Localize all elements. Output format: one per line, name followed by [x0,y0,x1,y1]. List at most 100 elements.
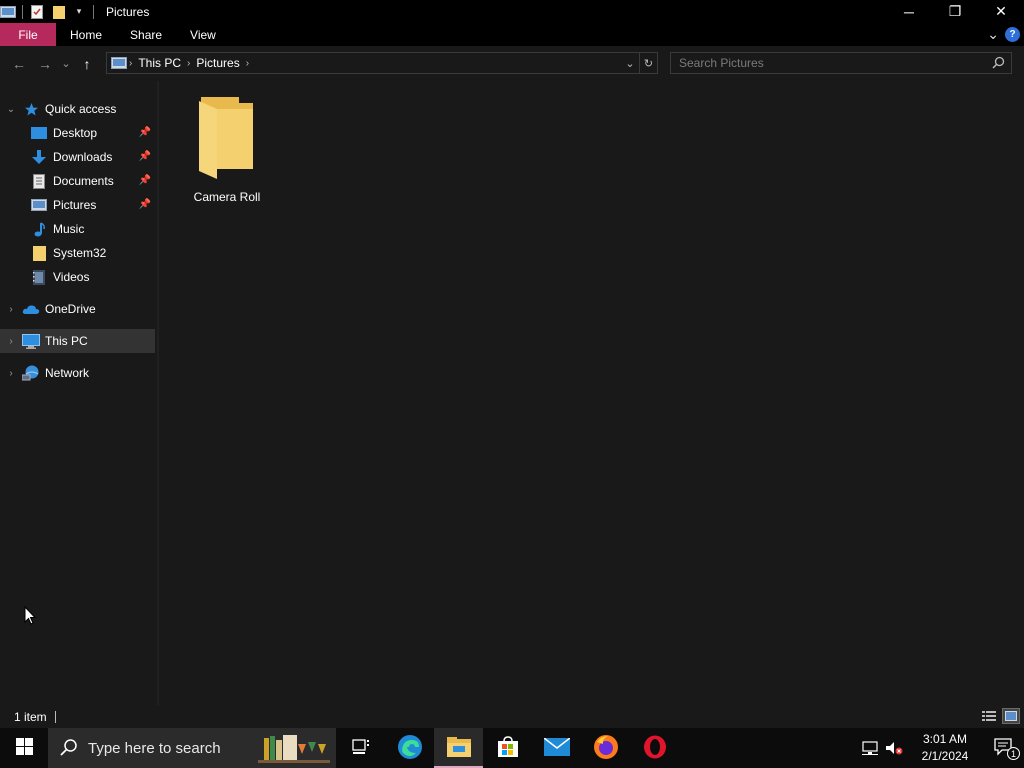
back-button[interactable]: ← [6,51,32,77]
ribbon-tabs: File Home Share View ⌄ ? [0,23,1024,46]
action-center-button[interactable]: 1 [984,728,1024,768]
chevron-right-icon[interactable]: › [0,368,22,379]
taskbar-search-box[interactable]: Type here to search [48,728,336,768]
breadcrumb-separator[interactable]: › [246,58,249,69]
task-view-button[interactable] [336,728,385,768]
large-folder-icon [199,97,255,182]
folder-name: Camera Roll [193,190,261,204]
item-count: 1 item [14,709,47,724]
music-note-icon [30,221,48,237]
computer-icon [22,333,40,349]
up-button[interactable]: ↑ [74,51,100,77]
search-icon[interactable] [992,56,1005,72]
breadcrumb-this-pc[interactable]: This PC [138,56,181,70]
taskbar-mail[interactable] [532,728,581,768]
breadcrumb-pictures[interactable]: Pictures [196,56,239,70]
tab-view[interactable]: View [176,23,230,46]
close-button[interactable]: ✕ [978,0,1024,23]
clock[interactable]: 3:01 AM 2/1/2024 [912,731,978,765]
quick-access-toolbar: ▾ [0,0,100,23]
toolbar-separator [93,4,94,19]
taskbar-firefox[interactable] [581,728,630,768]
window-title: Pictures [106,4,150,19]
task-view-icon [351,738,370,758]
download-arrow-icon [30,149,48,165]
breadcrumb-separator: › [129,57,133,69]
nav-label: System32 [53,246,107,260]
breadcrumb-separator[interactable]: › [187,58,190,69]
edge-icon [397,734,423,763]
chevron-right-icon[interactable]: › [0,304,22,315]
clock-time: 3:01 AM [922,732,968,746]
taskbar-microsoft-store[interactable] [483,728,532,768]
nav-label: Quick access [45,102,117,116]
file-explorer-icon [446,736,471,760]
pin-icon[interactable]: 📌 [139,151,151,162]
address-row: ← → ⌄ ↑ › This PC › Pictures › ⌄ ↻ [0,46,1024,81]
chevron-right-icon[interactable]: › [0,336,22,347]
help-icon[interactable]: ? [1005,27,1020,42]
nav-item-documents[interactable]: Documents 📌 [0,169,155,193]
nav-onedrive[interactable]: › OneDrive [0,297,155,321]
search-box[interactable] [670,52,1012,74]
mail-icon [543,736,570,759]
tab-share[interactable]: Share [116,23,176,46]
pin-icon[interactable]: 📌 [139,127,151,138]
restore-button[interactable]: ❐ [932,0,978,23]
recent-locations-button[interactable]: ⌄ [58,51,74,77]
nav-network[interactable]: › Network [0,361,155,385]
search-input[interactable] [679,56,979,70]
minimize-button[interactable]: ─ [886,0,932,23]
nav-item-system32[interactable]: System32 [0,241,155,265]
taskbar-file-explorer[interactable] [434,728,483,768]
desktop-icon [30,125,48,141]
folder-item-camera-roll[interactable]: Camera Roll [189,97,265,205]
taskbar-edge[interactable] [385,728,434,768]
windows-logo-icon [15,738,33,758]
tab-file[interactable]: File [0,23,56,46]
new-folder-icon[interactable] [51,4,67,20]
document-icon [30,173,48,189]
nav-item-downloads[interactable]: Downloads 📌 [0,145,155,169]
network-status-icon[interactable] [858,728,882,768]
taskbar-opera[interactable] [630,728,679,768]
nav-this-pc[interactable]: › This PC [0,329,155,353]
nav-label: Network [45,366,90,380]
nav-label: Pictures [53,198,97,212]
nav-item-videos[interactable]: Videos [0,265,155,289]
pin-icon[interactable]: 📌 [139,199,151,210]
forward-button[interactable]: → [32,51,58,77]
nav-item-music[interactable]: Music [0,217,155,241]
nav-label: Videos [53,270,90,284]
video-icon [30,269,48,285]
expand-ribbon-icon[interactable]: ⌄ [987,26,999,43]
window-controls: ─ ❐ ✕ [886,0,1024,23]
pin-icon[interactable]: 📌 [139,175,151,186]
volume-muted-icon[interactable] [882,728,906,768]
window-app-icon[interactable] [0,4,16,20]
pictures-icon [30,197,48,213]
customize-toolbar-icon[interactable]: ▾ [71,4,87,20]
refresh-icon[interactable]: ↻ [639,53,657,73]
opera-icon [643,735,667,762]
clock-date: 2/1/2024 [921,749,969,763]
address-dropdown-icon[interactable]: ⌄ [621,53,639,73]
tab-home[interactable]: Home [56,23,116,46]
details-view-icon[interactable] [980,708,998,724]
pictures-location-icon [111,57,127,69]
nav-item-desktop[interactable]: Desktop 📌 [0,121,155,145]
taskbar: Type here to search 3:01 AM 2/1/2024 1 [0,728,1024,768]
title-bar: ▾ Pictures ─ ❐ ✕ [0,0,1024,23]
properties-icon[interactable] [29,4,45,20]
address-bar[interactable]: › This PC › Pictures › ⌄ ↻ [106,52,658,74]
nav-label: Desktop [53,126,98,140]
start-button[interactable] [0,728,48,768]
chevron-down-icon[interactable]: ⌄ [0,104,22,115]
nav-item-pictures[interactable]: Pictures 📌 [0,193,155,217]
nav-quick-access[interactable]: ⌄ Quick access [0,97,155,121]
file-list[interactable]: Camera Roll [159,81,1024,705]
status-separator [54,710,56,723]
large-icons-view-icon[interactable] [1002,708,1020,724]
search-highlight-icon [258,732,330,767]
nav-label: OneDrive [45,302,96,316]
